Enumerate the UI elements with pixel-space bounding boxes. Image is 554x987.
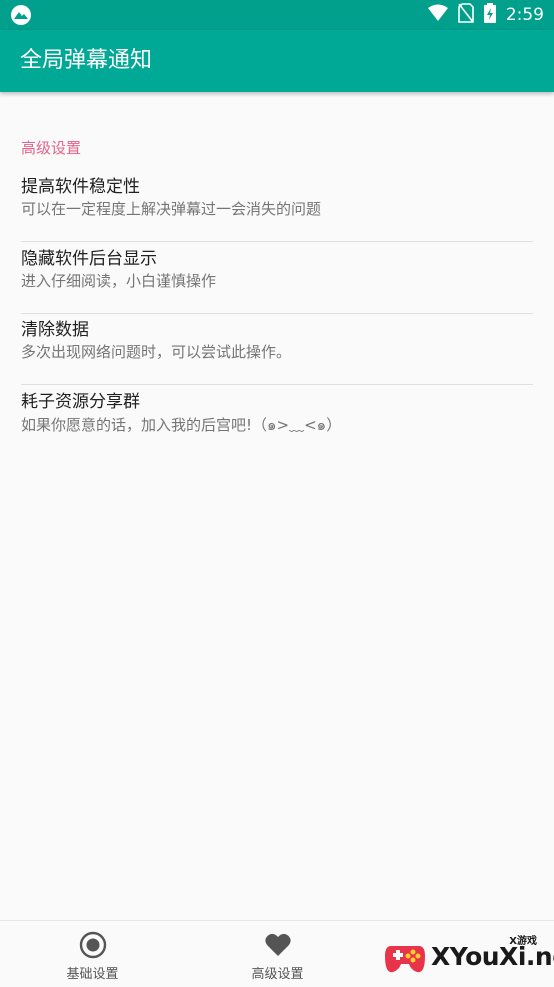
- wifi-icon: [427, 4, 448, 26]
- page-title: 全局弹幕通知: [20, 48, 153, 73]
- pref-hide-background[interactable]: 隐藏软件后台显示 进入仔细阅读，小白谨慎操作: [0, 244, 554, 314]
- nav-label: 基础设置: [66, 967, 119, 982]
- pref-title: 耗子资源分享群: [21, 392, 140, 412]
- pref-clear-data[interactable]: 清除数据 多次出现网络问题时，可以尝试此操作。: [0, 315, 554, 385]
- pref-summary: 多次出现网络问题时，可以尝试此操作。: [21, 343, 292, 361]
- gamepad-icon: [385, 946, 425, 973]
- app-bar: 全局弹幕通知: [0, 30, 554, 92]
- status-bar: 2:59: [0, 0, 554, 30]
- site-watermark: X游戏 XYouXi.net: [383, 928, 554, 984]
- pref-title: 清除数据: [21, 320, 89, 340]
- nav-advanced-settings[interactable]: 高级设置: [185, 921, 370, 987]
- divider: [21, 384, 533, 385]
- pref-improve-stability[interactable]: 提高软件稳定性 可以在一定程度上解决弹幕过一会消失的问题: [0, 172, 554, 242]
- pref-summary: 进入仔细阅读，小白谨慎操作: [21, 272, 217, 290]
- pref-share-group[interactable]: 耗子资源分享群 如果你愿意的话，加入我的后宫吧!（๑>﹏<๑）: [0, 387, 554, 457]
- divider: [21, 241, 533, 242]
- pref-title: 隐藏软件后台显示: [21, 249, 157, 269]
- nav-label: 高级设置: [251, 967, 304, 982]
- pref-title: 提高软件稳定性: [21, 177, 140, 197]
- section-header: 高级设置: [21, 139, 82, 157]
- no-sim-icon: [458, 3, 474, 27]
- battery-charging-icon: [483, 3, 496, 27]
- divider: [21, 313, 533, 314]
- watermark-text: XYouXi.net: [431, 942, 554, 971]
- radio-button-icon: [79, 931, 107, 959]
- clock-time: 2:59: [505, 5, 544, 25]
- heart-icon: [264, 931, 292, 959]
- pref-summary: 如果你愿意的话，加入我的后宫吧!（๑>﹏<๑）: [21, 416, 342, 434]
- pref-summary: 可以在一定程度上解决弹幕过一会消失的问题: [21, 200, 322, 218]
- notification-app-icon: [10, 4, 32, 30]
- nav-basic-settings[interactable]: 基础设置: [0, 921, 185, 987]
